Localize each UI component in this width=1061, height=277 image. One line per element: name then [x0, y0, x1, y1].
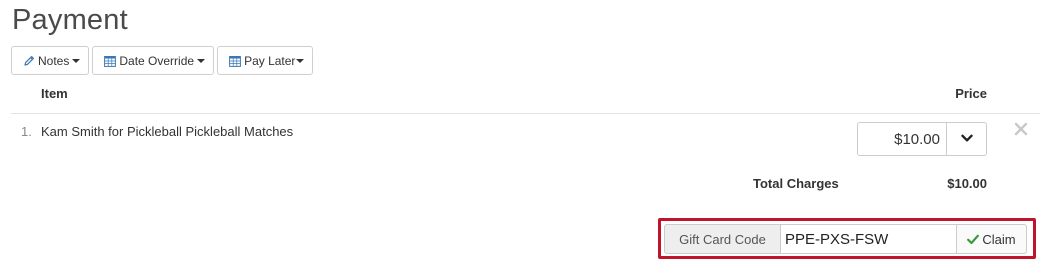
- claim-button[interactable]: Claim: [957, 224, 1027, 254]
- pay-later-button-label: Pay Later: [244, 53, 296, 68]
- caret-down-icon: [72, 58, 81, 63]
- checkmark-icon: [967, 234, 980, 245]
- row-item-name: Kam Smith for Pickleball Pickleball Matc…: [41, 124, 294, 139]
- claim-button-label: Claim: [982, 231, 1016, 247]
- price-dropdown-button[interactable]: [947, 122, 987, 156]
- column-header-price: Price: [955, 86, 987, 101]
- gift-card-code-input[interactable]: [781, 224, 957, 254]
- caret-down-icon: [197, 58, 206, 63]
- chevron-down-icon: [960, 130, 973, 148]
- pay-later-button[interactable]: Pay Later: [217, 46, 314, 75]
- total-charges-value: $10.00: [947, 176, 987, 191]
- column-header-item: Item: [41, 86, 68, 101]
- date-override-button[interactable]: Date Override: [92, 46, 215, 75]
- page-title: Payment: [12, 4, 128, 36]
- header-divider: [11, 113, 1040, 114]
- calendar-icon: [103, 54, 116, 67]
- notes-button-label: Notes: [38, 53, 70, 68]
- notes-button[interactable]: Notes: [11, 46, 90, 75]
- close-icon: [1014, 122, 1028, 140]
- price-input[interactable]: [857, 122, 947, 156]
- caret-down-icon: [296, 58, 305, 63]
- toolbar: Notes Date Override Pay Later: [11, 46, 314, 75]
- total-charges-label: Total Charges: [753, 176, 839, 191]
- calendar-icon: [228, 54, 241, 67]
- row-number: 1.: [21, 124, 32, 139]
- pencil-icon: [22, 54, 35, 67]
- remove-item-button[interactable]: [1014, 122, 1028, 138]
- gift-card-group: Gift Card Code Claim: [664, 224, 1027, 254]
- gift-card-code-label: Gift Card Code: [664, 224, 781, 254]
- date-override-button-label: Date Override: [119, 53, 195, 68]
- price-input-group: [857, 122, 987, 156]
